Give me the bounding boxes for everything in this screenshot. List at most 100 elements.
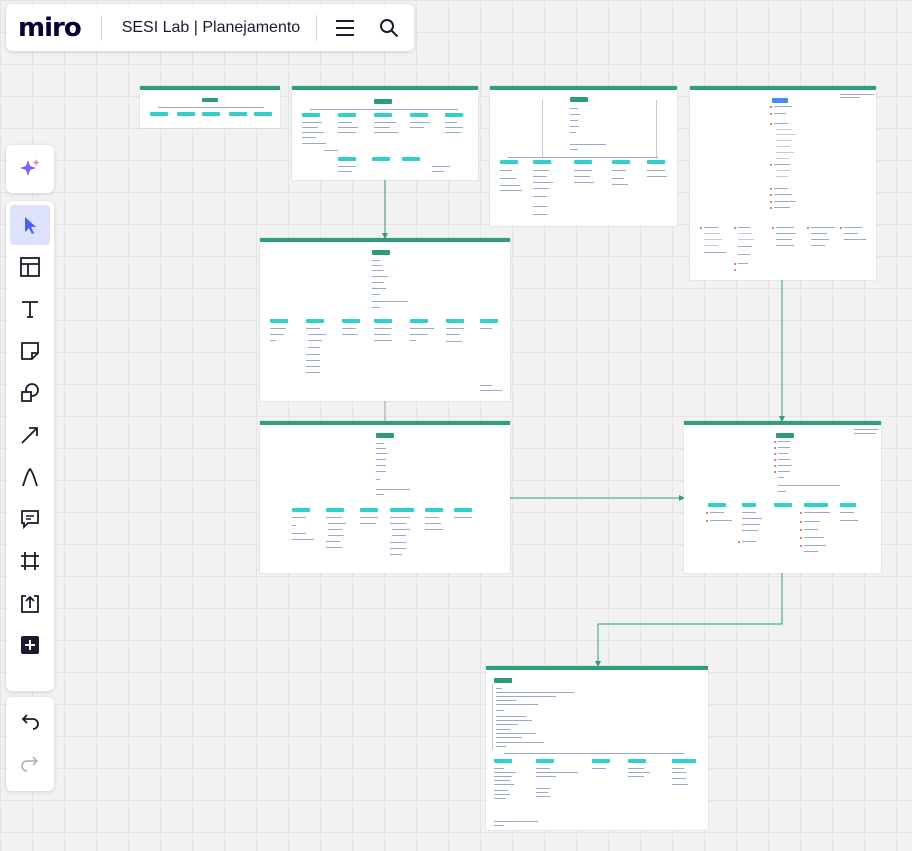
frame[interactable] [140, 86, 280, 128]
diagram-node[interactable] [454, 508, 472, 512]
connector[interactable] [595, 573, 783, 667]
menu-button[interactable] [323, 10, 367, 46]
text-line [496, 733, 536, 734]
text-line [672, 768, 684, 769]
diagram-node[interactable] [150, 112, 168, 116]
diagram-node[interactable] [254, 112, 272, 116]
diagram-node[interactable] [446, 319, 464, 323]
text-line [326, 541, 340, 542]
diagram-node[interactable] [536, 759, 554, 763]
diagram-node[interactable] [708, 503, 726, 507]
diagram-node[interactable] [500, 160, 518, 164]
diagram-node[interactable] [410, 113, 428, 117]
text-line [425, 517, 439, 518]
diagram-node[interactable] [570, 97, 588, 102]
diagram-node[interactable] [628, 759, 646, 763]
diagram-node[interactable] [840, 503, 856, 507]
diagram-node[interactable] [177, 112, 195, 116]
diagram-node[interactable] [574, 160, 592, 164]
comment-icon [21, 510, 39, 530]
status-dot [774, 471, 776, 473]
text-tool[interactable] [10, 289, 50, 329]
frame[interactable] [486, 666, 708, 830]
text-line [500, 190, 522, 191]
diagram-node[interactable] [372, 250, 390, 255]
diagram-node[interactable] [592, 759, 610, 763]
diagram-node[interactable] [202, 112, 220, 116]
text-line [496, 737, 522, 738]
diagram-node[interactable] [672, 759, 696, 763]
text-line [360, 523, 376, 524]
text-line [536, 776, 556, 777]
diagram-node[interactable] [374, 319, 392, 323]
diagram-node[interactable] [402, 157, 420, 161]
frame[interactable] [292, 86, 478, 180]
pen-tool[interactable] [10, 457, 50, 497]
diagram-node[interactable] [410, 319, 428, 323]
text-line [392, 535, 406, 536]
more-apps-button[interactable] [10, 625, 50, 665]
text-line [446, 334, 460, 335]
comment-tool[interactable] [10, 499, 50, 539]
text-line [372, 301, 408, 302]
diagram-node[interactable] [647, 160, 665, 164]
text-line [776, 176, 788, 177]
shapes-tool[interactable] [10, 373, 50, 413]
diagram-node[interactable] [742, 503, 756, 507]
frame[interactable] [684, 421, 881, 573]
diagram-node[interactable] [776, 433, 794, 438]
redo-icon [21, 756, 39, 772]
diagram-node[interactable] [390, 508, 414, 512]
undo-button[interactable] [10, 701, 50, 741]
upload-tool[interactable] [10, 583, 50, 623]
redo-button[interactable] [10, 743, 50, 783]
text-line [480, 328, 492, 329]
frame-header [260, 238, 510, 242]
connection-line-tool[interactable] [10, 415, 50, 455]
diagram-node[interactable] [302, 113, 320, 117]
diagram-node[interactable] [270, 319, 288, 323]
frame[interactable] [260, 238, 510, 401]
frame-tool[interactable] [10, 541, 50, 581]
diagram-node[interactable] [360, 508, 378, 512]
diagram-node[interactable] [533, 160, 551, 164]
diagram-node[interactable] [306, 319, 324, 323]
frame[interactable] [490, 86, 677, 226]
frame[interactable] [690, 86, 876, 280]
diagram-node[interactable] [445, 113, 463, 117]
sticky-note-tool[interactable] [10, 331, 50, 371]
diagram-node[interactable] [425, 508, 443, 512]
diagram-node[interactable] [342, 319, 360, 323]
board-title[interactable]: SESI Lab | Planejamento [122, 19, 301, 37]
diagram-node[interactable] [612, 160, 630, 164]
diagram-node[interactable] [494, 678, 512, 683]
diagram-node[interactable] [202, 98, 218, 102]
ai-assistant-button[interactable] [10, 149, 50, 189]
diagram-node[interactable] [326, 508, 344, 512]
search-button[interactable] [367, 10, 411, 46]
miro-logo[interactable]: miro [18, 13, 82, 43]
diagram-node[interactable] [338, 157, 356, 161]
diagram-node[interactable] [229, 112, 247, 116]
diagram-node[interactable] [774, 503, 792, 507]
select-tool[interactable] [10, 205, 50, 245]
text-line [390, 517, 410, 518]
diagram-node[interactable] [374, 113, 392, 117]
diagram-node[interactable] [772, 98, 788, 103]
text-line [592, 768, 606, 769]
text-line [776, 146, 790, 147]
diagram-node[interactable] [338, 113, 356, 117]
templates-tool[interactable] [10, 247, 50, 287]
text-line [494, 821, 538, 822]
status-dot [700, 227, 702, 229]
diagram-node[interactable] [804, 503, 828, 507]
creation-toolbar [6, 201, 54, 691]
connector-line [158, 107, 264, 108]
diagram-node[interactable] [372, 157, 390, 161]
frame[interactable] [260, 421, 510, 573]
diagram-node[interactable] [494, 759, 512, 763]
diagram-node[interactable] [480, 319, 498, 323]
diagram-node[interactable] [374, 99, 392, 104]
diagram-node[interactable] [292, 508, 310, 512]
diagram-node[interactable] [376, 433, 394, 438]
